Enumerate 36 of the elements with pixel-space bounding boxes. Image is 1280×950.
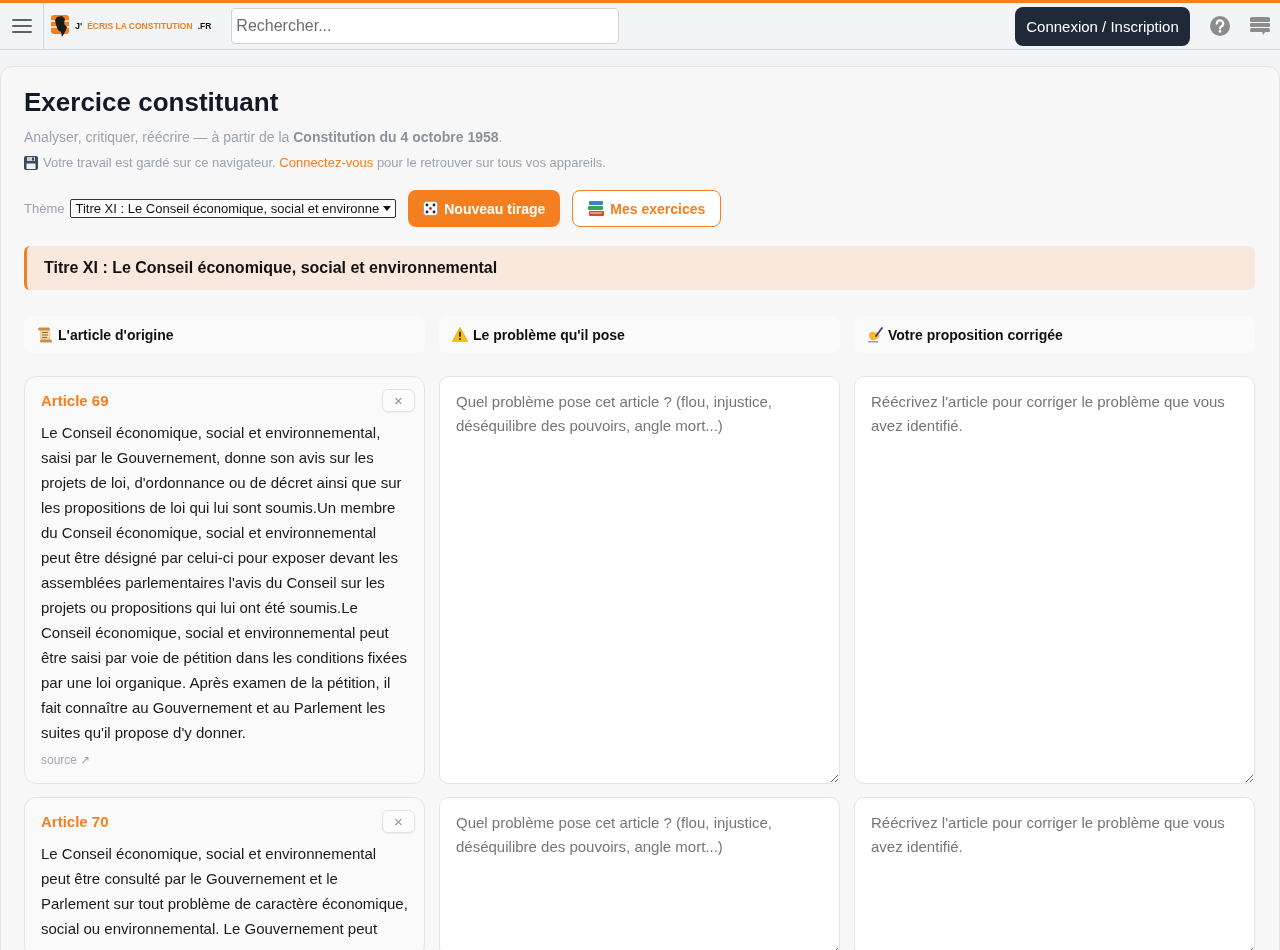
column-title: Le problème qu'il pose bbox=[473, 326, 625, 343]
search-field[interactable]: Rechercher... bbox=[231, 8, 620, 44]
new-draw-button[interactable]: Nouveau tirage bbox=[408, 190, 561, 227]
column-title: L'article d'origine bbox=[58, 326, 174, 343]
writing-hand-icon bbox=[867, 326, 883, 343]
article-title: Article 70 bbox=[41, 813, 109, 830]
caret-icon bbox=[383, 206, 392, 211]
article-title: Article 69 bbox=[41, 392, 109, 409]
books-icon bbox=[588, 201, 605, 216]
logo-link[interactable]: J' ÉCRIS LA CONSTITUTION .FR bbox=[51, 15, 212, 37]
close-button[interactable]: × bbox=[382, 389, 415, 412]
page-subtitle: Analyser, critiquer, réécrire — à partir de la Constitution du 4 octobre 1958. bbox=[24, 128, 504, 146]
my-exercises-button[interactable]: Mes exercices bbox=[572, 190, 722, 227]
logo-icon bbox=[51, 15, 71, 37]
source-link[interactable]: source ↗ bbox=[41, 753, 91, 767]
proposal-field[interactable]: Réécrivez l'article pour corriger le problème que vous avez identifié. bbox=[854, 376, 1255, 784]
column-title: Votre proposition corrigée bbox=[888, 326, 1063, 343]
proposal-field[interactable]: Réécrivez l'article pour corriger le problème que vous avez identifié. bbox=[854, 797, 1255, 950]
dice-icon bbox=[423, 201, 439, 216]
article-text: Le Conseil économique, social et environnemental, saisi par le Gouvernement, donne son avis sur les projets de loi, d'ordonnance ou de décret ainsi que sur les propositions de loi qui lui sont soumis.Un membre du Conseil économique, social et environnemental peut être désigné par celui-ci pour exposer devant les assemblées parlementaires l'avis du Conseil sur les projets ou propositions qui lui ont été soumis.Le Conseil économique, social et environnemental peut être saisi par voie de pétition dans les conditions fixées par une loi organique. Après examen de la pétition, il fait connaître au Gouvernement et au Parlement les suites qu'il propose d'y donner. bbox=[41, 423, 408, 743]
problem-field[interactable]: Quel problème pose cet article ? (flou, injustice, déséquilibre des pouvoirs, angle mort...) bbox=[439, 797, 840, 950]
article-text: Le Conseil économique, social et environnemental peut être consulté par le Gouvernement et le Parlement sur tout problème de caractère économique, social ou environnemental. Le Gouvernement peut bbox=[41, 844, 408, 939]
login-link[interactable]: Connectez-vous bbox=[279, 155, 374, 170]
help-icon[interactable] bbox=[1210, 16, 1230, 36]
page-title: Exercice constituant bbox=[24, 86, 280, 118]
warning-icon bbox=[452, 327, 468, 342]
theme-select[interactable]: Titre XI : Le Conseil économique, social et environne bbox=[70, 199, 397, 218]
close-button[interactable]: × bbox=[382, 810, 415, 833]
theme-label: Thème bbox=[24, 201, 65, 216]
login-button[interactable]: Connexion / Inscription bbox=[1015, 6, 1190, 46]
menu-icon bbox=[11, 19, 32, 33]
scroll-icon bbox=[37, 326, 53, 343]
section-banner: Titre XI : Le Conseil économique, social et environnemental bbox=[24, 246, 1255, 290]
save-note: Votre travail est gardé sur ce navigateur. Connectez-vous pour le retrouver sur tous vos appareils. bbox=[43, 155, 606, 171]
problem-field[interactable]: Quel problème pose cet article ? (flou, injustice, déséquilibre des pouvoirs, angle mort...) bbox=[439, 376, 840, 784]
message-icon[interactable] bbox=[1250, 16, 1270, 36]
